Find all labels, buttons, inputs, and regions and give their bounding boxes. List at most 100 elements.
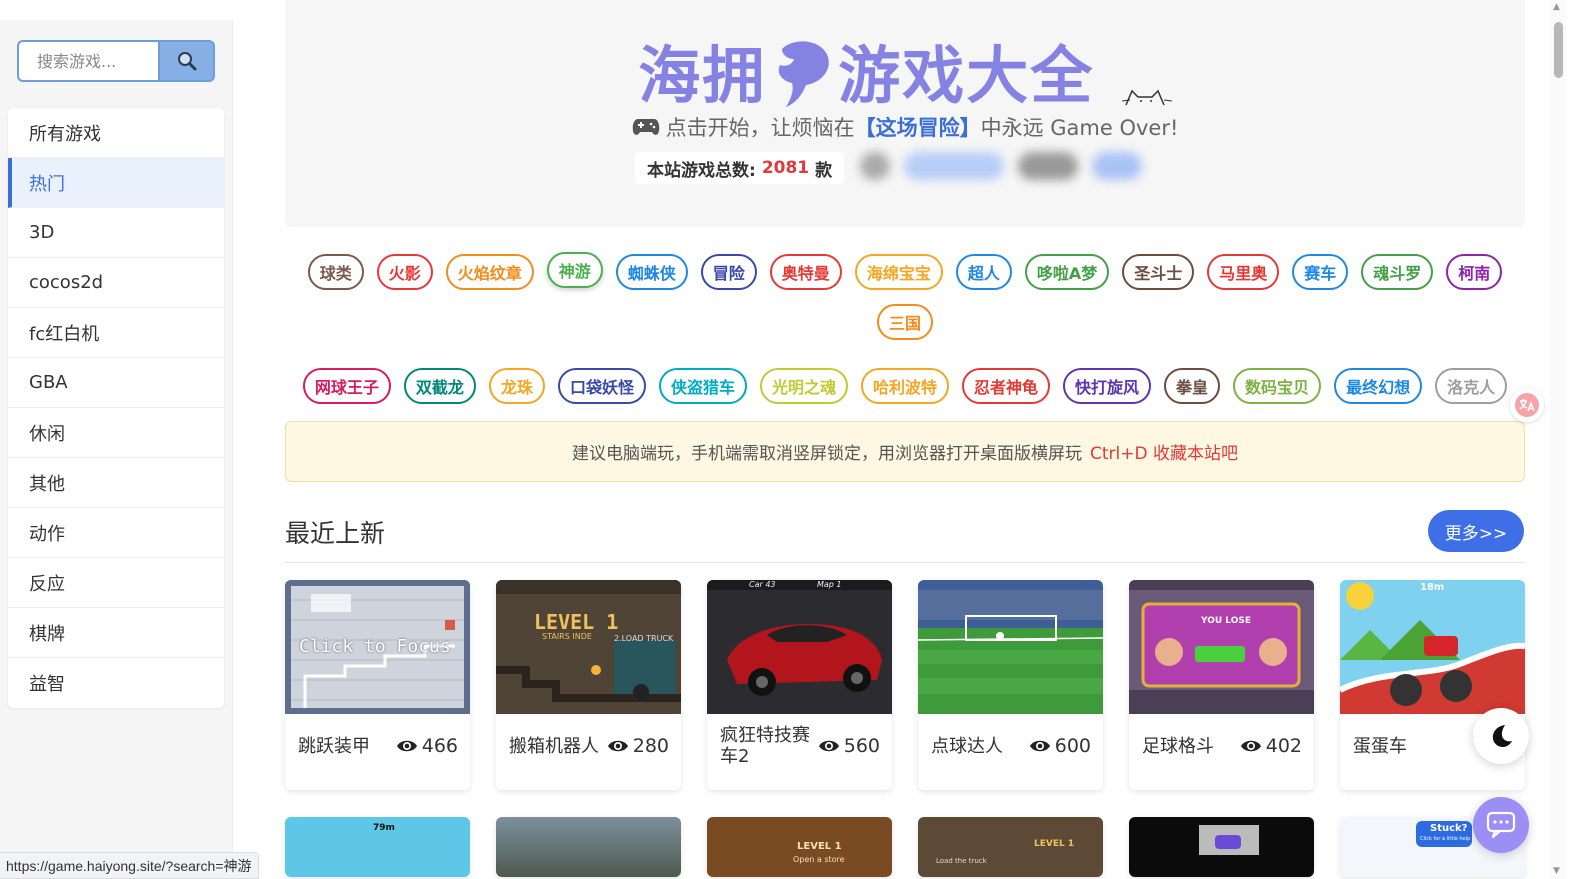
tag-chip[interactable]: 球类 (307, 254, 364, 290)
search-box (17, 40, 215, 82)
thumbnail-text: Click to Focus (299, 636, 451, 657)
menu-item-puzzle[interactable]: 益智 (8, 658, 224, 708)
tag-chip[interactable]: 火焰纹章 (445, 254, 534, 290)
tagline: 点击开始，让烦恼在【这场冒险】中永远 Game Over! (285, 112, 1525, 142)
game-card[interactable]: Load the truck LEVEL 1 (918, 817, 1103, 877)
scrollbar-thumb[interactable] (1554, 22, 1563, 78)
tag-chip[interactable]: 数码宝贝 (1233, 368, 1322, 404)
game-thumbnail (918, 580, 1103, 714)
game-card[interactable]: Click to Focus 跳跃装甲 466 (285, 580, 470, 790)
tagline-pre: 点击开始，让烦恼在 (665, 116, 855, 140)
tag-chip[interactable]: 冒险 (700, 254, 757, 290)
view-number: 600 (1054, 735, 1091, 757)
game-thumbnail: LEVEL 1 Open a store (707, 817, 892, 877)
tag-chip[interactable]: 侠盗猎车 (658, 368, 747, 404)
search-button[interactable] (158, 40, 215, 82)
chat-button[interactable] (1473, 797, 1529, 853)
tag-chip[interactable]: 马里奥 (1207, 254, 1280, 290)
game-card[interactable]: LEVEL 1 STAIRS INDE 2.LOAD TRUCK 搬箱机器人 2… (496, 580, 681, 790)
tag-chip[interactable]: 蜘蛛侠 (615, 254, 688, 290)
eye-icon (396, 740, 417, 752)
thumbnail-sub: Open a store (793, 855, 845, 864)
game-card[interactable]: Car 43 Map 1 疯狂特技赛车2 560 (707, 580, 892, 790)
tag-chip[interactable]: 龙珠 (488, 368, 545, 404)
scroll-up-arrow[interactable]: ▲ (1553, 2, 1560, 12)
eye-icon (1029, 740, 1050, 752)
tag-chip[interactable]: 双截龙 (403, 368, 476, 404)
view-count: 600 (1029, 735, 1091, 757)
menu-item-fc[interactable]: fc红白机 (8, 308, 224, 358)
menu-item-casual[interactable]: 休闲 (8, 408, 224, 458)
tag-chip[interactable]: 超人 (955, 254, 1012, 290)
tag-chip[interactable]: 火影 (376, 254, 433, 290)
tag-chip[interactable]: 洛克人 (1435, 368, 1508, 404)
menu-item-hot[interactable]: 热门 (8, 158, 224, 208)
game-card[interactable]: LEVEL 1 Open a store (707, 817, 892, 877)
game-info: 跳跃装甲 466 (298, 724, 458, 768)
thumbnail-map: Map 1 (817, 580, 842, 589)
menu-item-gba[interactable]: GBA (8, 358, 224, 408)
tag-chip[interactable]: 光明之魂 (759, 368, 848, 404)
tag-chip[interactable]: 拳皇 (1164, 368, 1221, 404)
tag-chip[interactable]: 圣斗士 (1122, 254, 1195, 290)
blurred-badge (904, 152, 1004, 180)
menu-item-reaction[interactable]: 反应 (8, 558, 224, 608)
tag-chip[interactable]: 快打旋风 (1063, 368, 1152, 404)
tag-chip[interactable]: 网球王子 (302, 368, 391, 404)
menu-item-3d[interactable]: 3D (8, 208, 224, 258)
tag-chip[interactable]: 奥特曼 (769, 254, 842, 290)
thumbnail-sub: STAIRS INDE (542, 632, 592, 641)
tag-chip[interactable]: 忍者神龟 (962, 368, 1051, 404)
thumbnail-sub: Load the truck (936, 857, 987, 865)
site-title: 海拥 游戏大全 (285, 25, 1525, 122)
game-card[interactable] (496, 817, 681, 877)
notice-text: 建议电脑端玩，手机端需取消竖屏锁定，用浏览器打开桌面版横屏玩 (572, 444, 1082, 464)
tag-chip[interactable]: 三国 (876, 304, 933, 340)
menu-item-action[interactable]: 动作 (8, 508, 224, 558)
tag-chip[interactable]: 神游 (546, 252, 603, 288)
tag-chip[interactable]: 柯南 (1446, 254, 1503, 290)
game-card[interactable]: YOU LOSE 足球格斗 402 (1129, 580, 1314, 790)
search-input[interactable] (17, 40, 158, 82)
menu-item-cocos2d[interactable]: cocos2d (8, 258, 224, 308)
tag-chip[interactable]: 口袋妖怪 (557, 368, 646, 404)
menu-item-board[interactable]: 棋牌 (8, 608, 224, 658)
game-card[interactable]: 点球达人 600 (918, 580, 1103, 790)
translate-button[interactable] (1510, 388, 1544, 422)
thumbnail-car: Car 43 (749, 580, 776, 589)
dark-mode-toggle[interactable] (1473, 708, 1529, 764)
game-thumbnail: LEVEL 1 STAIRS INDE 2.LOAD TRUCK (496, 580, 681, 714)
game-name: 疯狂特技赛车2 (720, 725, 810, 767)
search-icon (177, 52, 196, 71)
game-count: 本站游戏总数: 2081 款 (635, 152, 845, 184)
tag-chip[interactable]: 赛车 (1292, 254, 1349, 290)
thumbnail-distance: 79m (373, 823, 395, 833)
game-info: 足球格斗 402 (1142, 724, 1302, 768)
view-number: 560 (843, 735, 880, 757)
tag-chip[interactable]: 魂斗罗 (1361, 254, 1434, 290)
game-name: 足球格斗 (1142, 735, 1214, 757)
menu-item-all[interactable]: 所有游戏 (8, 108, 224, 158)
more-button[interactable]: 更多>> (1428, 510, 1524, 552)
scroll-down-arrow[interactable]: ▼ (1553, 866, 1560, 876)
game-name: 点球达人 (931, 735, 1003, 757)
tag-chip[interactable]: 哆啦A梦 (1024, 254, 1110, 290)
tag-chip[interactable]: 海绵宝宝 (854, 254, 943, 290)
thumbnail-distance: 18m (1420, 582, 1445, 593)
eye-icon (607, 740, 628, 752)
count-value: 2081 (761, 158, 810, 178)
view-number: 280 (632, 735, 669, 757)
game-thumbnail: YOU LOSE (1129, 580, 1314, 714)
tag-chip[interactable]: 最终幻想 (1334, 368, 1423, 404)
tag-chip[interactable]: 哈利波特 (860, 368, 949, 404)
scrollbar-track[interactable] (1550, 0, 1566, 879)
hero-header: 海拥 游戏大全 点击开始，让烦恼在【这场冒险】中永远 Game Over! 本站游… (285, 0, 1525, 227)
view-count: 280 (607, 735, 669, 757)
blurred-badge (1092, 152, 1142, 180)
menu-item-other[interactable]: 其他 (8, 458, 224, 508)
tagline-post: 中永远 Game Over! (980, 116, 1179, 140)
game-card[interactable]: 79m (285, 817, 470, 877)
game-thumbnail: Load the truck LEVEL 1 (918, 817, 1103, 877)
thumbnail-text: YOU LOSE (1201, 616, 1251, 626)
game-card[interactable] (1129, 817, 1314, 877)
